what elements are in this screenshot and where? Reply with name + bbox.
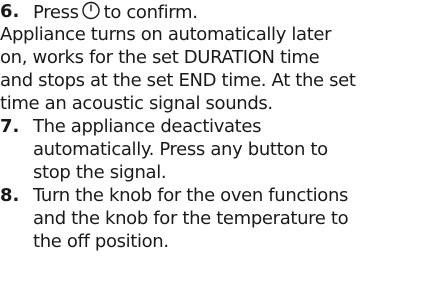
step-8-number: 8. (0, 185, 20, 206)
step-6-text: Press to confirm. (33, 0, 198, 24)
step-7-line-1: The appliance deactivates (33, 116, 262, 137)
step-6-press: Press (33, 2, 79, 23)
step-6-confirm: to confirm. (103, 2, 198, 23)
paragraph-line-1: Appliance turns on automatically later (0, 24, 332, 45)
power-icon (81, 0, 101, 20)
step-8-line-1: Turn the knob for the oven functions (33, 185, 349, 206)
step-6-number: 6. (0, 1, 20, 22)
step-7-line-2: automatically. Press any button to (33, 139, 328, 160)
step-8-line-2: and the knob for the temperature to (33, 208, 349, 229)
paragraph-line-3: and stops at the set END time. At the se… (0, 70, 356, 91)
paragraph-line-2: on, works for the set DURATION time (0, 47, 320, 68)
step-7-line-3: stop the signal. (33, 162, 167, 183)
instruction-page: 6. Press to confirm. Appliance turns on a… (0, 0, 424, 289)
step-8-line-3: the off position. (33, 231, 169, 252)
paragraph-line-4: time an acoustic signal sounds. (0, 93, 273, 114)
step-7-number: 7. (0, 116, 20, 137)
